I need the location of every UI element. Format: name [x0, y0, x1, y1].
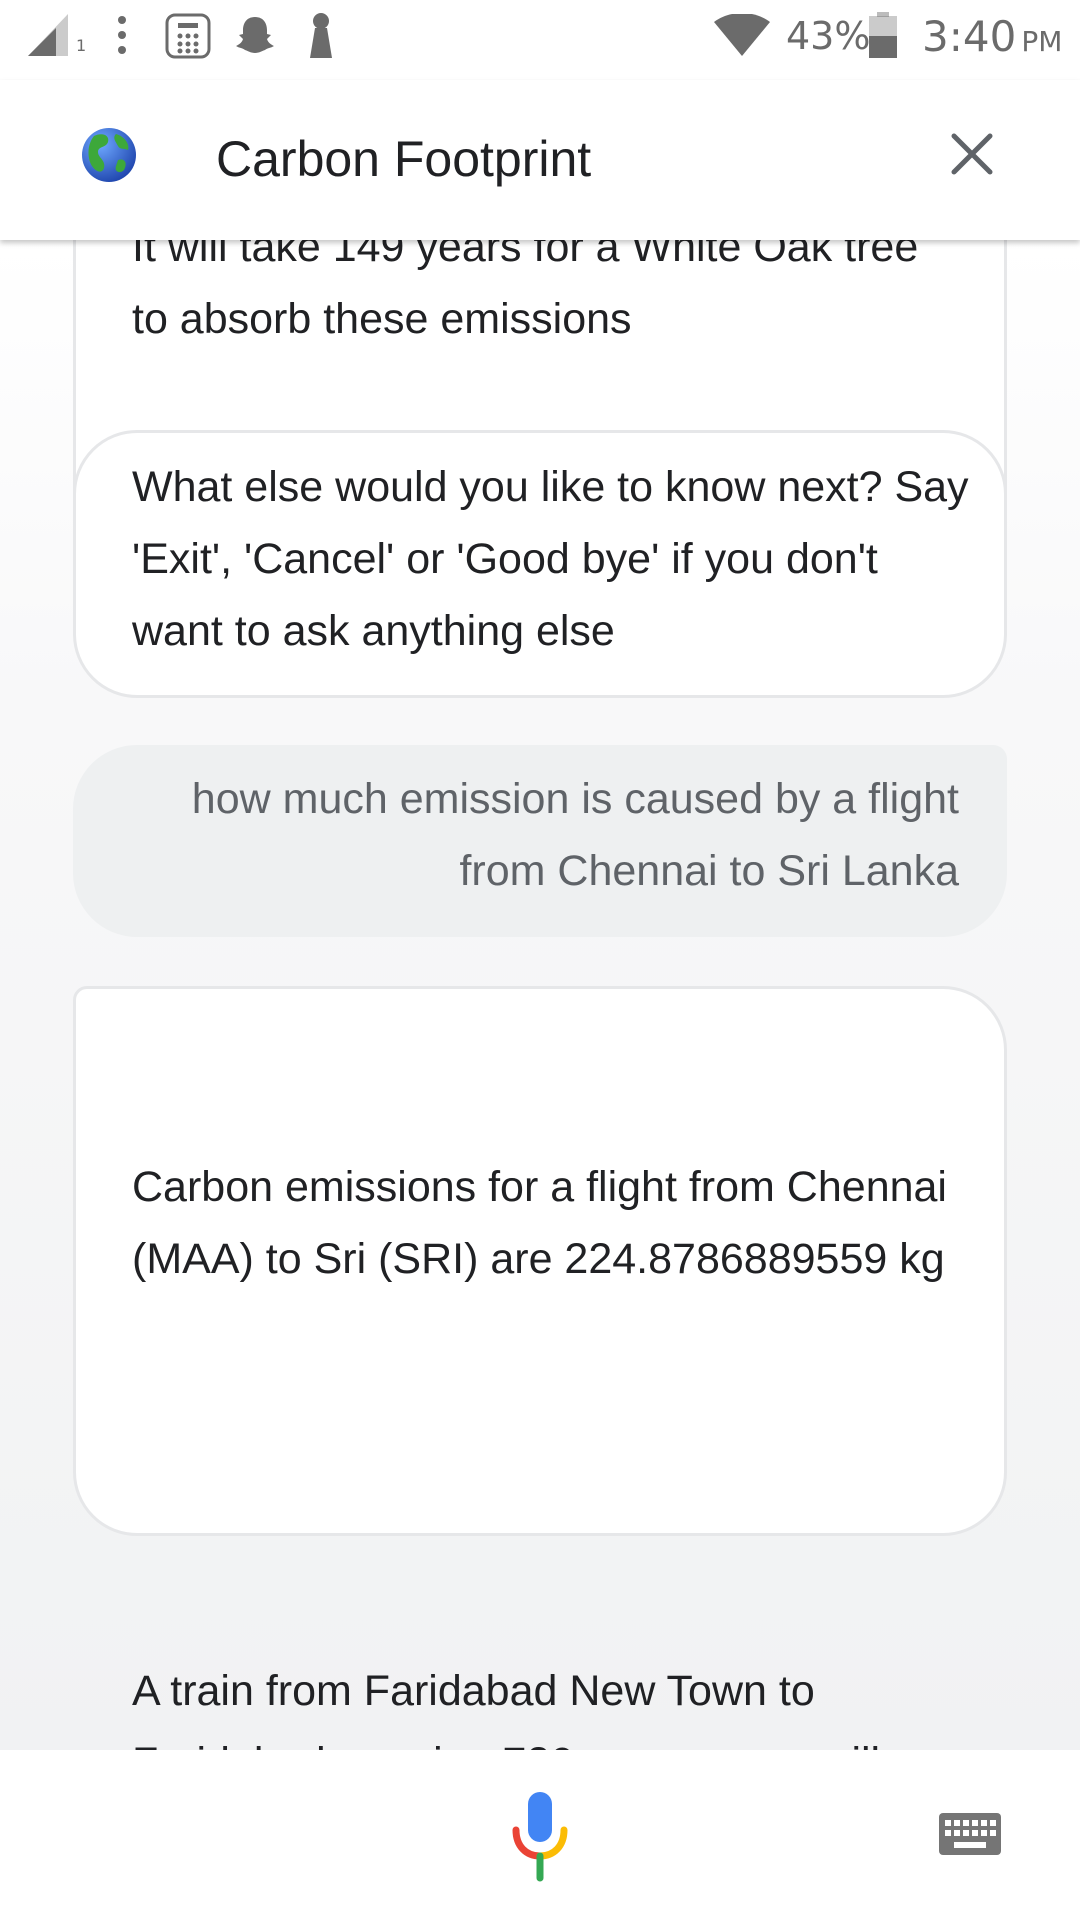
keyboard-button[interactable]: [938, 1812, 1002, 1856]
app-header: Carbon Footprint: [0, 80, 1080, 240]
mic-icon: [508, 1790, 572, 1887]
snapchat-icon: [234, 14, 276, 61]
input-bar: [0, 1750, 1080, 1920]
clock-ampm: PM: [1021, 25, 1063, 58]
message-text: A train from Faridabad New Town to Farid…: [132, 1667, 880, 1750]
assistant-message: Carbon emissions for a flight from Chenn…: [73, 986, 1007, 1750]
globe-icon: [80, 126, 138, 184]
sim-indicator: 1: [76, 36, 87, 55]
app-title: Carbon Footprint: [216, 131, 592, 187]
calculator-icon: [164, 12, 212, 65]
more-vert-icon: [116, 14, 128, 61]
signal-icon: [28, 14, 68, 61]
user-message: how much emission is caused by a flight …: [73, 745, 1007, 937]
close-button[interactable]: [940, 124, 1004, 188]
message-text: It will take 149 years for a White Oak t…: [132, 240, 931, 343]
wifi-icon: [714, 13, 770, 61]
close-icon: [950, 132, 994, 181]
message-text: Carbon emissions for a flight from Chenn…: [132, 1163, 959, 1283]
clock: 3:40 PM: [922, 12, 1062, 61]
battery-percent: 43%: [786, 14, 871, 58]
assistant-message: What else would you like to know next? S…: [73, 430, 1007, 698]
mic-button[interactable]: [500, 1788, 580, 1888]
message-body: Carbon emissions for a flight from Chenn…: [132, 1007, 964, 1750]
battery-icon: [868, 12, 898, 63]
status-bar: 1 43% 3:40 PM: [0, 0, 1080, 80]
notification-icon: [306, 12, 336, 65]
clock-time: 3:40: [922, 12, 1017, 61]
conversation-area[interactable]: It will take 149 years for a White Oak t…: [0, 240, 1080, 1750]
keyboard-icon: [938, 1813, 1002, 1860]
message-text: how much emission is caused by a flight …: [191, 775, 971, 895]
message-text: What else would you like to know next? S…: [132, 463, 981, 655]
